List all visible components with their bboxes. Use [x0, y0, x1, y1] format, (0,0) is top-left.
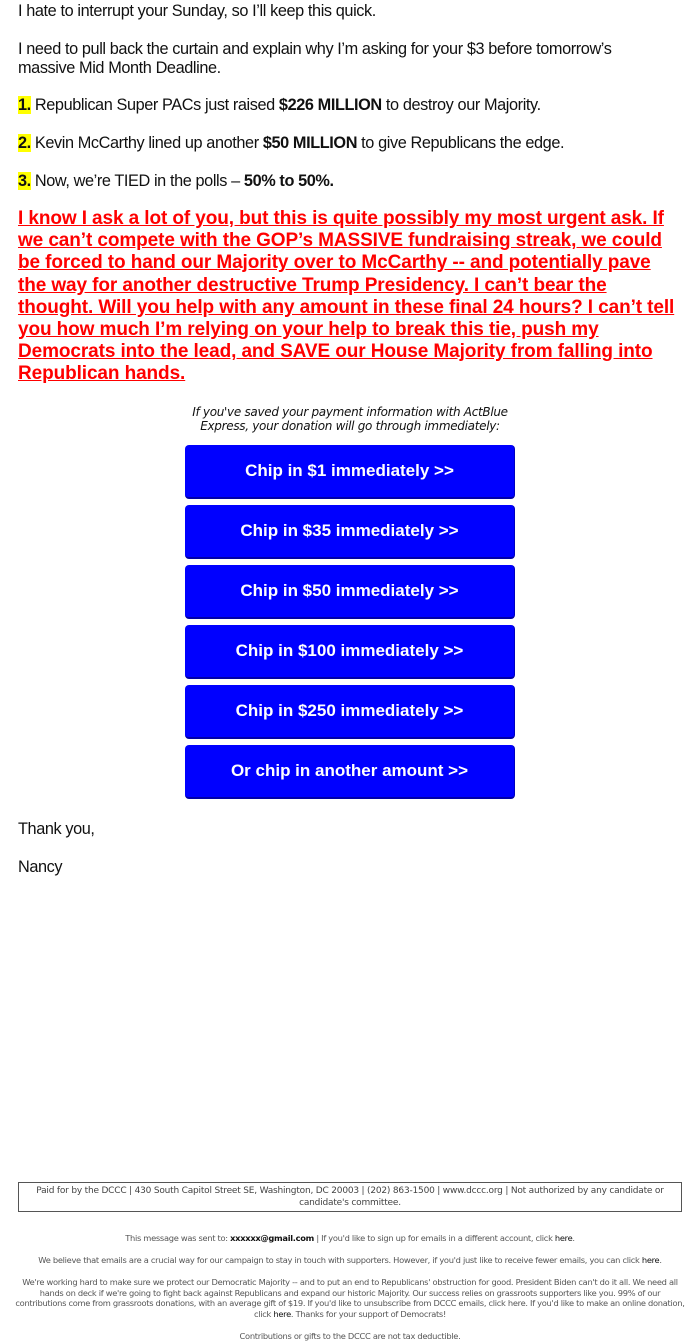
- recipient-email: xxxxxx@gmail.com: [230, 1233, 315, 1243]
- greeting-line: I hate to interrupt your Sunday, so I’ll…: [18, 2, 376, 20]
- tax-note: Contributions or gifts to the DCCC are n…: [239, 1331, 461, 1341]
- chip-in-35-button[interactable]: Chip in $35 immediately >>: [185, 505, 515, 559]
- actblue-express-note: If you've saved your payment information…: [192, 405, 508, 433]
- fewer-emails-here-link[interactable]: here: [642, 1255, 660, 1265]
- chip-in-250-button[interactable]: Chip in $250 immediately >>: [185, 685, 515, 739]
- chip-in-50-button[interactable]: Chip in $50 immediately >>: [185, 565, 515, 619]
- signup-here-link[interactable]: here: [555, 1233, 573, 1243]
- signature: Nancy: [18, 858, 63, 876]
- fewer-emails-line: We believe that emails are a crucial way…: [38, 1255, 662, 1265]
- chip-in-1-button[interactable]: Chip in $1 immediately >>: [185, 445, 515, 499]
- intro-paragraph: I need to pull back the curtain and expl…: [18, 40, 612, 77]
- sent-to-line: This message was sent to: xxxxxx@gmail.c…: [125, 1233, 575, 1243]
- urgent-ask-paragraph[interactable]: I know I ask a lot of you, but this is q…: [18, 208, 684, 386]
- working-hard-paragraph: We're working hard to make sure we prote…: [15, 1277, 685, 1319]
- point-3: 3. Now, we’re TIED in the polls – 50% to…: [18, 172, 334, 190]
- point-1: 1. Republican Super PACs just raised $22…: [18, 96, 541, 114]
- donate-here-link[interactable]: here: [273, 1309, 291, 1319]
- chip-in-100-button[interactable]: Chip in $100 immediately >>: [185, 625, 515, 679]
- chip-in-other-amount-button[interactable]: Or chip in another amount >>: [185, 745, 515, 799]
- closing: Thank you,: [18, 820, 95, 838]
- point-number: 3.: [18, 172, 31, 190]
- paid-for-disclaimer: Paid for by the DCCC | 430 South Capitol…: [18, 1182, 682, 1212]
- point-number: 1.: [18, 96, 31, 114]
- point-number: 2.: [18, 134, 31, 152]
- point-2: 2. Kevin McCarthy lined up another $50 M…: [18, 134, 565, 152]
